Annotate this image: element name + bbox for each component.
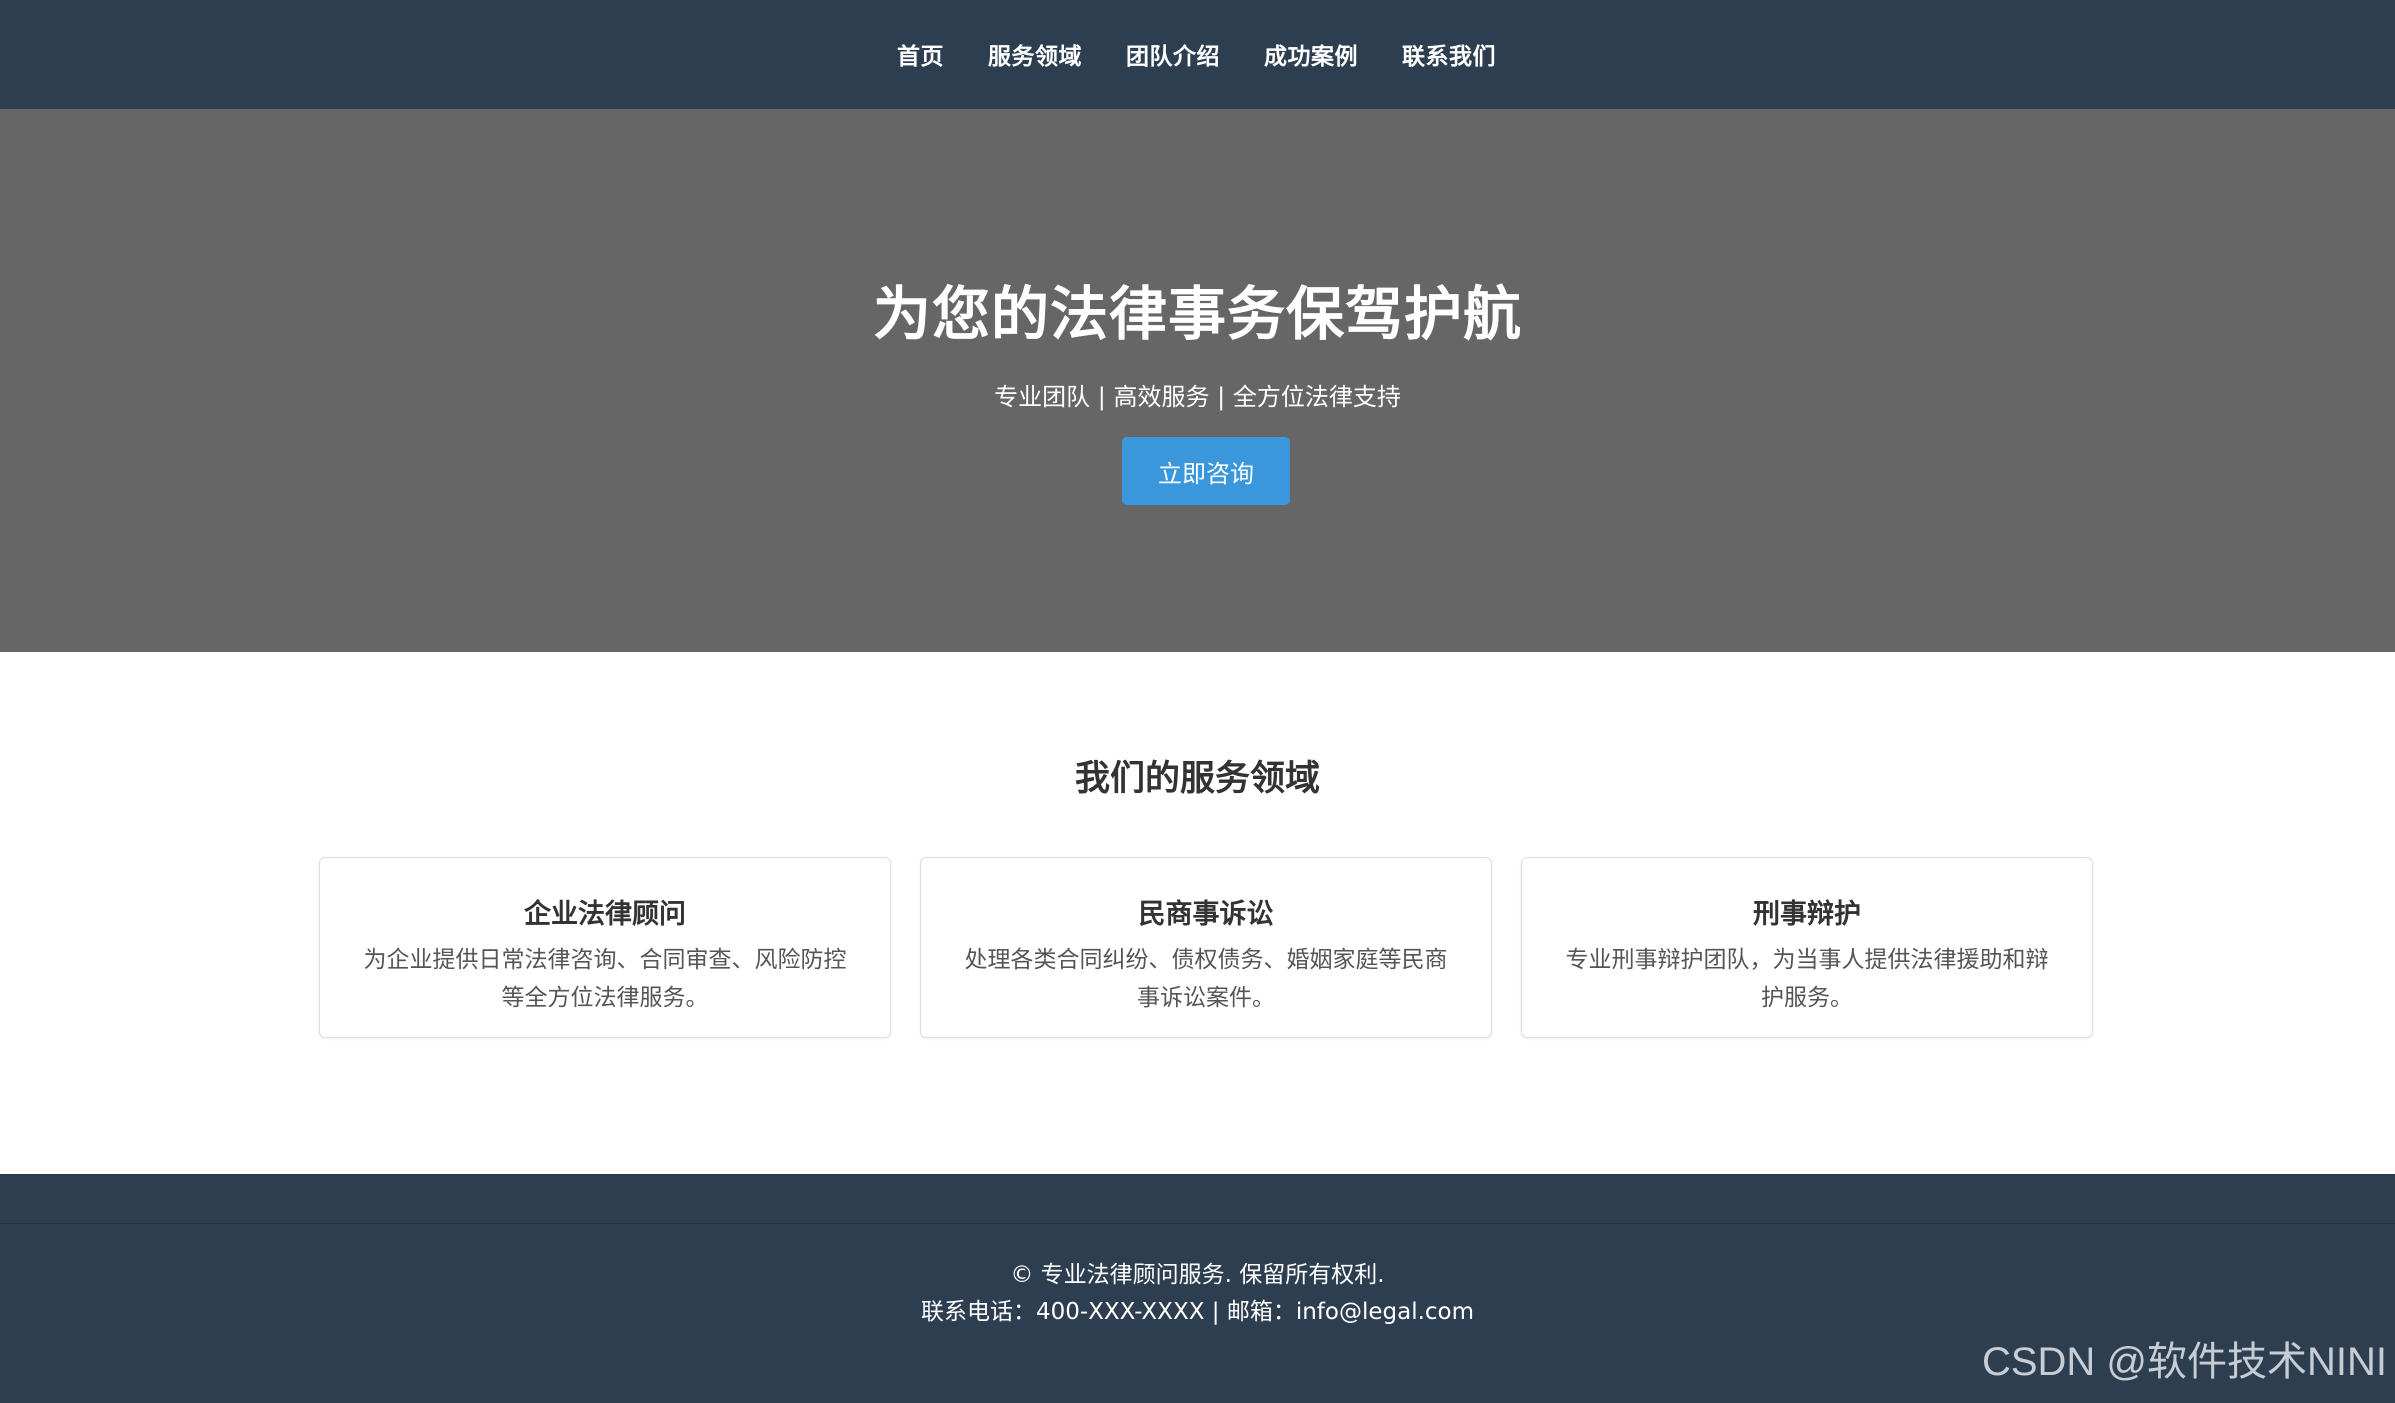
service-card-desc: 专业刑事辩护团队，为当事人提供法律援助和辩 护服务。 <box>1552 941 2062 1017</box>
nav-link-team[interactable]: 团队介绍 <box>1126 37 1220 71</box>
service-card-desc: 为企业提供日常法律咨询、合同审查、风险防控 等全方位法律服务。 <box>350 941 860 1017</box>
footer-contact: 联系电话：400-XXX-XXXX | 邮箱：info@legal.com <box>920 1299 1475 1325</box>
service-card-desc: 处理各类合同纠纷、债权债务、婚姻家庭等民商 事诉讼案件。 <box>951 941 1461 1017</box>
nav-list: 首页 服务领域 团队介绍 成功案例 联系我们 <box>897 37 1496 71</box>
nav-link-contact[interactable]: 联系我们 <box>1402 37 1496 71</box>
service-card-title: 企业法律顾问 <box>524 899 686 930</box>
services-section: 我们的服务领域 企业法律顾问 为企业提供日常法律咨询、合同审查、风险防控 等全方… <box>0 652 2395 1174</box>
footer-copyright: © 专业法律顾问服务. 保留所有权利. <box>1010 1262 1385 1288</box>
consult-now-button[interactable]: 立即咨询 <box>1122 437 1290 505</box>
nav-link-cases[interactable]: 成功案例 <box>1264 37 1358 71</box>
hero-title: 为您的法律事务保驾护航 <box>872 280 1522 348</box>
service-card-criminal-defense: 刑事辩护 专业刑事辩护团队，为当事人提供法律援助和辩 护服务。 <box>1521 857 2093 1038</box>
service-card-desc-line: 专业刑事辩护团队，为当事人提供法律援助和辩 <box>1565 947 2049 973</box>
service-card-desc-line: 为企业提供日常法律咨询、合同审查、风险防控 <box>363 947 847 973</box>
hero-subtitle: 专业团队 | 高效服务 | 全方位法律支持 <box>994 383 1401 411</box>
service-card-title: 刑事辩护 <box>1753 899 1861 930</box>
services-section-title: 我们的服务领域 <box>1074 759 1320 799</box>
page-footer: © 专业法律顾问服务. 保留所有权利. 联系电话：400-XXX-XXXX | … <box>0 1174 2395 1403</box>
service-cards: 企业法律顾问 为企业提供日常法律咨询、合同审查、风险防控 等全方位法律服务。 民… <box>319 857 2093 1038</box>
service-card-title: 民商事诉讼 <box>1138 899 1274 930</box>
nav-link-home[interactable]: 首页 <box>897 37 944 71</box>
top-navigation: 首页 服务领域 团队介绍 成功案例 联系我们 <box>0 0 2395 109</box>
nav-link-services[interactable]: 服务领域 <box>988 37 1082 71</box>
footer-divider <box>0 1223 2395 1224</box>
service-card-civil-litigation: 民商事诉讼 处理各类合同纠纷、债权债务、婚姻家庭等民商 事诉讼案件。 <box>920 857 1492 1038</box>
service-card-desc-line: 等全方位法律服务。 <box>501 985 709 1011</box>
service-card-desc-line: 护服务。 <box>1761 985 1853 1011</box>
service-card-corporate-counsel: 企业法律顾问 为企业提供日常法律咨询、合同审查、风险防控 等全方位法律服务。 <box>319 857 891 1038</box>
hero-section: 为您的法律事务保驾护航 专业团队 | 高效服务 | 全方位法律支持 立即咨询 <box>0 109 2395 652</box>
service-card-desc-line: 事诉讼案件。 <box>1137 985 1275 1011</box>
watermark: CSDN @软件技术NINI <box>1981 1340 2387 1384</box>
service-card-desc-line: 处理各类合同纠纷、债权债务、婚姻家庭等民商 <box>964 947 1448 973</box>
